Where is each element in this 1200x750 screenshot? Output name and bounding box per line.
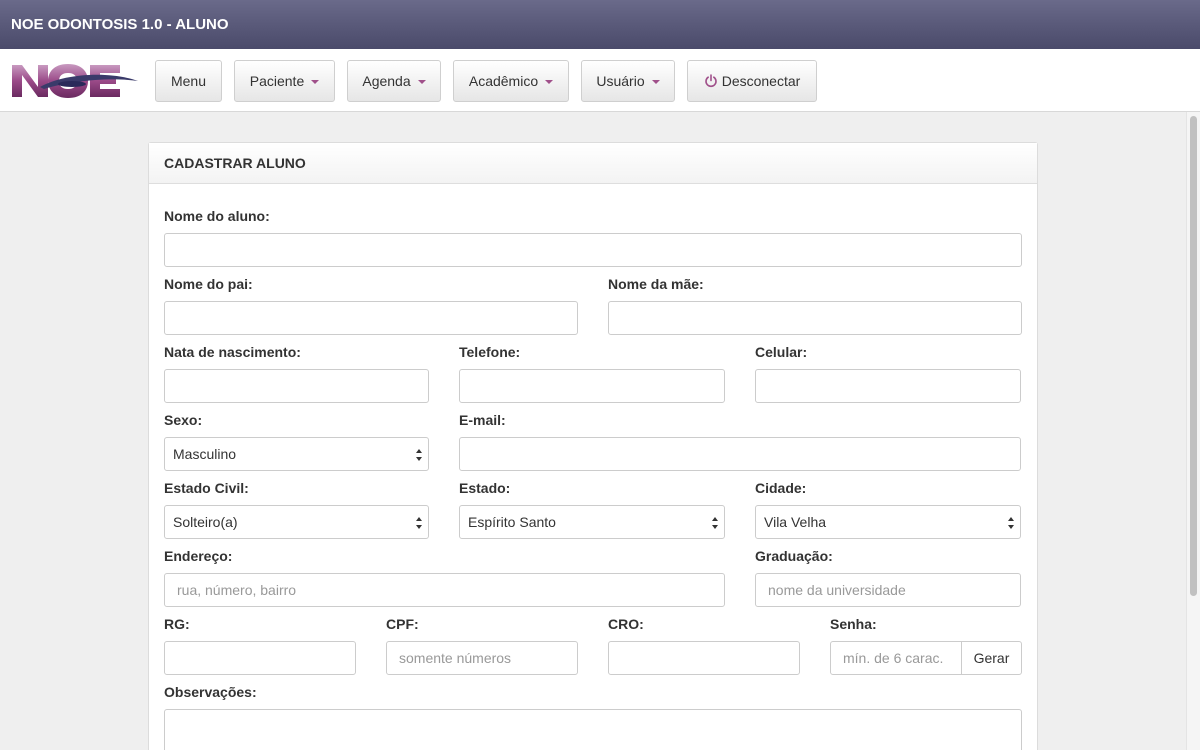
graduacao-placeholder: nome da universidade bbox=[768, 582, 906, 598]
vertical-scrollbar[interactable] bbox=[1186, 112, 1200, 750]
select-arrows-icon bbox=[712, 517, 718, 529]
cidade-label: Cidade: bbox=[755, 480, 807, 496]
cidade-select[interactable]: Vila Velha bbox=[755, 505, 1021, 539]
senha-input[interactable]: mín. de 6 carac. bbox=[830, 641, 963, 675]
senha-placeholder: mín. de 6 carac. bbox=[843, 650, 944, 666]
estado-civil-label: Estado Civil: bbox=[164, 480, 249, 496]
nome-mae-label: Nome da mãe: bbox=[608, 276, 704, 292]
estado-civil-select[interactable]: Solteiro(a) bbox=[164, 505, 429, 539]
nome-pai-label: Nome do pai: bbox=[164, 276, 253, 292]
panel-header: CADASTRAR ALUNO bbox=[149, 143, 1037, 184]
email-input[interactable] bbox=[459, 437, 1021, 471]
observacoes-label: Observações: bbox=[164, 684, 257, 700]
desconectar-button[interactable]: Desconectar bbox=[687, 60, 817, 102]
caret-down-icon bbox=[417, 80, 426, 84]
top-navbar: Menu Paciente Agenda Acadêmico Usuário D… bbox=[0, 49, 1200, 112]
nome-aluno-input[interactable] bbox=[164, 233, 1022, 267]
rg-label: RG: bbox=[164, 616, 190, 632]
sexo-label: Sexo: bbox=[164, 412, 203, 428]
desconectar-label: Desconectar bbox=[721, 73, 801, 89]
sexo-select-value: Masculino bbox=[173, 446, 237, 462]
endereco-input[interactable]: rua, número, bairro bbox=[164, 573, 725, 607]
observacoes-textarea[interactable] bbox=[164, 709, 1022, 750]
select-arrows-icon bbox=[416, 449, 422, 461]
scrollbar-thumb[interactable] bbox=[1190, 116, 1197, 596]
email-label: E-mail: bbox=[459, 412, 506, 428]
academico-label: Acadêmico bbox=[468, 73, 539, 89]
usuario-label: Usuário bbox=[596, 73, 645, 89]
app-title: NOE ODONTOSIS 1.0 - ALUNO bbox=[11, 16, 229, 33]
caret-down-icon bbox=[545, 80, 554, 84]
noe-logo[interactable] bbox=[10, 59, 140, 101]
cpf-placeholder: somente números bbox=[399, 650, 512, 666]
nascimento-input[interactable] bbox=[164, 369, 429, 403]
estado-label: Estado: bbox=[459, 480, 511, 496]
cro-label: CRO: bbox=[608, 616, 644, 632]
paciente-dropdown[interactable]: Paciente bbox=[234, 60, 335, 102]
celular-label: Celular: bbox=[755, 344, 808, 360]
caret-down-icon bbox=[651, 80, 660, 84]
estado-civil-select-value: Solteiro(a) bbox=[173, 514, 238, 530]
select-arrows-icon bbox=[1008, 517, 1014, 529]
cpf-label: CPF: bbox=[386, 616, 419, 632]
estado-select-value: Espírito Santo bbox=[468, 514, 556, 530]
cidade-select-value: Vila Velha bbox=[764, 514, 827, 530]
graduacao-label: Graduação: bbox=[755, 548, 833, 564]
menu-button-label: Menu bbox=[170, 73, 207, 89]
telefone-input[interactable] bbox=[459, 369, 725, 403]
usuario-dropdown[interactable]: Usuário bbox=[581, 60, 675, 102]
academico-dropdown[interactable]: Acadêmico bbox=[453, 60, 569, 102]
endereco-placeholder: rua, número, bairro bbox=[177, 582, 297, 598]
senha-label: Senha: bbox=[830, 616, 877, 632]
select-arrows-icon bbox=[416, 517, 422, 529]
cpf-input[interactable]: somente números bbox=[386, 641, 578, 675]
celular-input[interactable] bbox=[755, 369, 1021, 403]
gerar-label: Gerar bbox=[973, 650, 1010, 666]
cro-input[interactable] bbox=[608, 641, 800, 675]
nascimento-label: Nata de nascimento: bbox=[164, 344, 301, 360]
app-title-bar: NOE ODONTOSIS 1.0 - ALUNO bbox=[0, 0, 1200, 49]
rg-input[interactable] bbox=[164, 641, 356, 675]
nome-mae-input[interactable] bbox=[608, 301, 1022, 335]
menu-button[interactable]: Menu bbox=[155, 60, 222, 102]
sexo-select[interactable]: Masculino bbox=[164, 437, 429, 471]
nome-aluno-label: Nome do aluno: bbox=[164, 208, 270, 224]
endereco-label: Endereço: bbox=[164, 548, 233, 564]
gerar-button[interactable]: Gerar bbox=[961, 641, 1022, 675]
nome-pai-input[interactable] bbox=[164, 301, 578, 335]
caret-down-icon bbox=[311, 80, 320, 84]
paciente-label: Paciente bbox=[249, 73, 305, 89]
panel-title: CADASTRAR ALUNO bbox=[164, 155, 306, 171]
estado-select[interactable]: Espírito Santo bbox=[459, 505, 725, 539]
telefone-label: Telefone: bbox=[459, 344, 521, 360]
graduacao-input[interactable]: nome da universidade bbox=[755, 573, 1021, 607]
agenda-dropdown[interactable]: Agenda bbox=[347, 60, 441, 102]
power-icon bbox=[704, 74, 717, 88]
agenda-label: Agenda bbox=[362, 73, 411, 89]
